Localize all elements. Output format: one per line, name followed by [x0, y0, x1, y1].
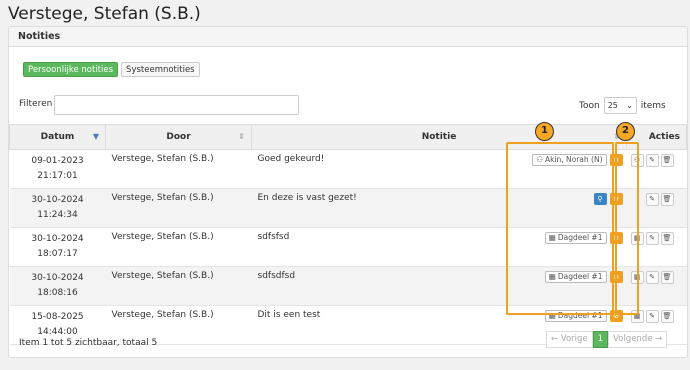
date-cell: 30-10-2024 11:24:34 — [9, 188, 106, 228]
annotation-marker-1: 1 — [535, 122, 554, 141]
filter-input[interactable] — [54, 95, 299, 115]
edit-icon[interactable]: ✎ — [645, 310, 659, 323]
current-page-button[interactable]: 1 — [592, 331, 609, 348]
show-label: Toon — [579, 100, 600, 111]
trash-icon[interactable]: 🗑 — [660, 271, 674, 284]
note-text: Dit is een test — [257, 310, 321, 320]
panel-heading: Notities — [9, 27, 687, 47]
date-cell: 30-10-2024 18:07:17 — [9, 227, 106, 267]
table-summary: Item 1 tot 5 zichtbaar, totaal 5 — [19, 338, 158, 348]
sort-icon: ⇕ — [238, 132, 245, 141]
tab-personal-notes[interactable]: Persoonlijke notities — [23, 62, 119, 77]
annotation-marker-2: 2 — [616, 122, 635, 141]
edit-icon[interactable]: ✎ — [645, 271, 659, 284]
trash-icon[interactable]: 🗑 — [660, 232, 674, 245]
author-cell: Verstege, Stefan (S.B.) — [105, 149, 252, 189]
note-text: sdfsdfsd — [257, 271, 296, 281]
pagination: ← Vorige 1 Volgende → — [546, 331, 668, 348]
page-size-value: 25 — [607, 101, 618, 110]
date-cell: 30-10-2024 18:08:16 — [9, 266, 106, 306]
sort-desc-icon: ▼ — [92, 132, 99, 141]
next-page-button[interactable]: Volgende → — [608, 331, 668, 348]
previous-page-button[interactable]: ← Vorige — [546, 331, 593, 348]
edit-icon[interactable]: ✎ — [645, 154, 659, 167]
page-size-select[interactable]: 25 ⌄ — [603, 97, 637, 114]
note-text: En deze is vast gezet! — [257, 193, 357, 203]
items-label: items — [640, 100, 666, 111]
chevron-down-icon: ⌄ — [625, 101, 633, 110]
tab-system-notes[interactable]: Systeemnotities — [121, 62, 200, 77]
column-header-datum[interactable]: Datum ▼ — [9, 124, 106, 150]
note-text: sdfsfsd — [257, 232, 290, 242]
filter-label: Filteren — [19, 99, 53, 109]
trash-icon[interactable]: 🗑 — [660, 310, 674, 323]
page-size-control: Toon 25 ⌄ items — [579, 97, 666, 114]
author-cell: Verstege, Stefan (S.B.) — [105, 266, 252, 306]
annotation-box-1 — [506, 142, 614, 315]
annotation-box-2 — [615, 142, 639, 315]
notes-tabs: Persoonlijke notities Systeemnotities — [23, 62, 200, 77]
note-text: Goed gekeurd! — [257, 154, 325, 164]
edit-icon[interactable]: ✎ — [645, 193, 659, 206]
date-cell: 09-01-2023 21:17:01 — [9, 149, 106, 189]
page-title: Verstege, Stefan (S.B.) — [8, 4, 201, 24]
author-cell: Verstege, Stefan (S.B.) — [105, 188, 252, 228]
edit-icon[interactable]: ✎ — [645, 232, 659, 245]
trash-icon[interactable]: 🗑 — [660, 154, 674, 167]
author-cell: Verstege, Stefan (S.B.) — [105, 227, 252, 267]
trash-icon[interactable]: 🗑 — [660, 193, 674, 206]
column-header-door[interactable]: Door ⇕ — [105, 124, 252, 150]
